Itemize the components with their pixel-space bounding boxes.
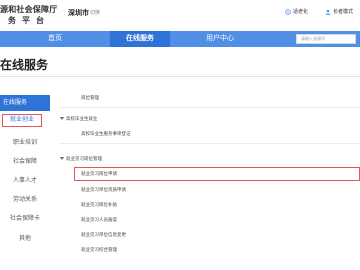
user-icon	[325, 9, 331, 15]
caret-down-icon	[60, 117, 64, 121]
caret-down-icon	[60, 157, 64, 161]
top-header: 源和社会保障厅 务平台 深圳市 切换 适老化 长者模式	[0, 0, 360, 30]
current-city: 深圳市	[68, 10, 89, 17]
section-heading-label: 高校毕业生就业	[66, 116, 98, 121]
city-switch-link[interactable]: 切换	[90, 9, 100, 16]
search-placeholder: 请输入关键词	[301, 36, 325, 41]
accessibility-icon	[285, 8, 291, 15]
list-item[interactable]: 高校毕业生服务事项登记	[60, 131, 360, 137]
page-title: 在线服务	[0, 58, 49, 72]
site-logo-line2: 务平台	[8, 16, 50, 25]
section-heading[interactable]: 高校毕业生就业	[60, 116, 360, 122]
sidebar: 在线服务 就业创业 职业培训 社会保障 人事人才 劳动关系 社会保障卡 其他	[0, 95, 50, 270]
search-input[interactable]: 请输入关键词	[296, 34, 356, 44]
sidebar-item-personnel[interactable]: 人事人才	[0, 175, 50, 184]
divider	[60, 107, 360, 108]
nav-user-center[interactable]: 用户中心	[190, 31, 250, 47]
section-heading-label: 就业见习岗位管理	[66, 156, 102, 161]
list-item[interactable]: 就业见习人员备案	[60, 217, 360, 223]
sidebar-item-labor[interactable]: 劳动关系	[0, 194, 50, 203]
list-item[interactable]: 就业见习单位信息变更	[60, 232, 360, 238]
service-list: 岗位管理 高校毕业生就业 高校毕业生服务事项登记 就业见习岗位管理 就业见习岗位…	[60, 80, 360, 270]
elderly-mode-label: 适老化	[293, 9, 309, 15]
nav-online-services[interactable]: 在线服务	[110, 31, 170, 47]
sidebar-item-social-security[interactable]: 社会保障	[0, 156, 50, 165]
site-logo-line1: 源和社会保障厅	[0, 5, 58, 14]
list-item[interactable]: 就业见习岗位补贴	[60, 202, 360, 208]
senior-mode-button[interactable]: 长者模式	[325, 8, 353, 15]
sidebar-item-other[interactable]: 其他	[0, 233, 50, 242]
main-nav: 首页 在线服务 用户中心 请输入关键词	[0, 31, 360, 47]
sidebar-heading: 在线服务	[0, 95, 50, 111]
sidebar-item-ss-card[interactable]: 社会保障卡	[0, 213, 50, 222]
nav-home[interactable]: 首页	[0, 31, 110, 47]
senior-mode-label: 长者模式	[333, 9, 354, 15]
list-item[interactable]: 就业见习岗位申请	[60, 171, 360, 177]
elderly-mode-button[interactable]: 适老化	[285, 8, 308, 15]
list-item[interactable]: 就业见习综合管理	[60, 247, 360, 253]
sidebar-item-employment[interactable]: 就业创业	[2, 114, 42, 127]
sidebar-item-training[interactable]: 职业培训	[0, 137, 50, 146]
section-heading[interactable]: 就业见习岗位管理	[60, 156, 360, 162]
divider	[60, 143, 360, 144]
title-divider	[0, 76, 360, 77]
list-item[interactable]: 岗位管理	[60, 95, 360, 101]
list-item[interactable]: 就业见习单位资质申请	[60, 187, 360, 193]
